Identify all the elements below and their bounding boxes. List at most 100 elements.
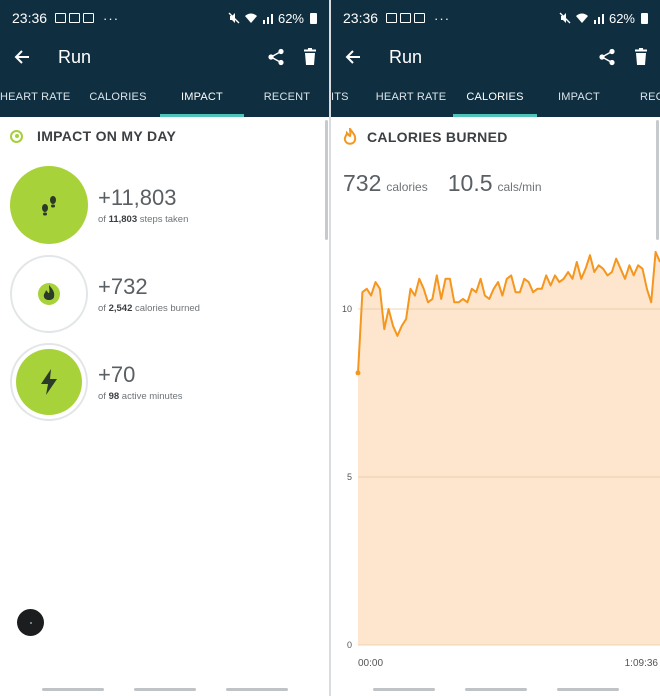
tab-bar: ITS HEART RATE CALORIES IMPACT REC	[331, 78, 660, 117]
calories-text: +732 of 2,542 calories burned	[98, 274, 200, 314]
notification-icons: ···	[55, 11, 119, 26]
total-calories-unit: calories	[386, 180, 428, 194]
arrow-left-icon	[14, 50, 29, 64]
section-title: IMPACT ON MY DAY	[37, 128, 177, 144]
tab-heart-rate[interactable]: HEART RATE	[0, 78, 70, 117]
system-icons: 62%	[228, 11, 317, 26]
tab-heart-rate[interactable]: HEART RATE	[375, 78, 447, 117]
bolt-icon	[41, 369, 57, 395]
nav-hint	[134, 688, 196, 691]
nav-hint	[42, 688, 104, 691]
impact-section-header: IMPACT ON MY DAY	[10, 128, 176, 144]
mute-icon	[559, 12, 571, 24]
back-button[interactable]	[0, 49, 44, 65]
x-tick-label: 00:00	[358, 658, 383, 669]
more-notifications-icon: ···	[103, 10, 120, 26]
signal-icon	[593, 13, 604, 24]
start-point	[355, 370, 361, 376]
calories-area	[358, 251, 660, 645]
tab-bar: HEART RATE CALORIES IMPACT RECENT	[0, 78, 329, 117]
calories-stats: 732 calories 10.5 cals/min	[343, 170, 542, 197]
system-icons: 62%	[559, 11, 648, 26]
y-tick-label: 10	[342, 304, 352, 314]
calories-total: 2,542	[108, 303, 133, 314]
calories-chart: 0 5 10 00:00 1:09:36	[342, 250, 660, 669]
wifi-icon	[244, 13, 257, 23]
calories-progress-ring	[10, 255, 88, 333]
tab-impact[interactable]: IMPACT	[160, 78, 244, 117]
active-minutes-impact-caption: of 98 active minutes	[98, 391, 183, 402]
scrollbar[interactable]	[325, 120, 328, 240]
calories-impact-value: +732	[98, 274, 148, 299]
steps-text: +11,803 of 11,803 steps taken	[98, 185, 188, 225]
active-minutes-total: 98	[108, 391, 120, 402]
battery-icon	[641, 12, 648, 24]
delete-icon[interactable]	[303, 48, 317, 66]
mail-notification-icon	[69, 13, 81, 23]
scrollbar[interactable]	[656, 120, 659, 240]
y-tick-label: 0	[347, 640, 352, 650]
impact-active-minutes: +70 of 98 active minutes	[10, 342, 183, 422]
impact-steps: +11,803 of 11,803 steps taken	[10, 165, 188, 245]
wifi-icon	[575, 13, 588, 23]
battery-percent: 62%	[277, 10, 304, 26]
tab-calories[interactable]: CALORIES	[80, 78, 156, 117]
nav-hint	[226, 688, 288, 691]
status-time: 23:36	[343, 10, 379, 26]
impact-calories: +732 of 2,542 calories burned	[10, 254, 200, 334]
calories-screen: 23:36 ··· 62% Run ITS HEART RATE CALORIE…	[331, 0, 660, 696]
delete-icon[interactable]	[634, 48, 648, 66]
status-time: 23:36	[12, 10, 48, 26]
target-icon	[10, 129, 23, 143]
app-bar: Run	[331, 36, 660, 78]
mute-icon	[228, 12, 240, 24]
y-tick-label: 5	[347, 472, 352, 482]
more-notifications-icon: ···	[434, 10, 451, 26]
tab-recent[interactable]: RECENT	[256, 78, 318, 117]
tab-partial-left[interactable]: ITS	[331, 78, 349, 117]
active-minutes-text: +70 of 98 active minutes	[98, 362, 183, 402]
nav-hint	[557, 688, 619, 691]
section-title: CALORIES BURNED	[367, 129, 508, 145]
nav-hint	[465, 688, 527, 691]
steps-impact-caption: of 11,803 steps taken	[98, 214, 189, 225]
share-icon[interactable]	[598, 48, 616, 66]
status-bar: 23:36 ··· 62%	[331, 0, 660, 36]
page-title: Run	[58, 46, 92, 67]
back-button[interactable]	[331, 49, 375, 65]
battery-percent: 62%	[608, 10, 635, 26]
impact-screen: 23:36 ··· 62% Run HEART RATE CALORIES IM…	[0, 0, 329, 696]
mail-notification-icon	[400, 13, 412, 23]
floating-action-button[interactable]	[17, 609, 44, 636]
calorie-rate-value: 10.5	[447, 170, 493, 196]
steps-total: 11,803	[108, 214, 138, 225]
active-minutes-impact-value: +70	[98, 362, 136, 387]
tab-recent-partial[interactable]: REC	[640, 78, 660, 117]
message-notification-icon	[83, 13, 95, 23]
active-minutes-fill	[16, 349, 82, 415]
tab-calories[interactable]: CALORIES	[453, 78, 537, 117]
page-title: Run	[389, 46, 423, 67]
share-icon[interactable]	[267, 48, 285, 66]
steps-progress-ring	[10, 166, 88, 244]
notification-icons: ···	[386, 11, 450, 26]
tab-impact[interactable]: IMPACT	[549, 78, 609, 117]
calories-section-header: CALORIES BURNED	[343, 128, 508, 146]
flame-icon	[38, 283, 60, 305]
gallery-notification-icon	[55, 13, 67, 23]
flame-icon	[343, 128, 357, 145]
calories-impact-caption: of 2,542 calories burned	[98, 303, 200, 314]
active-minutes-progress-ring	[10, 343, 88, 421]
steps-impact-value: +11,803	[98, 185, 177, 210]
x-tick-label: 1:09:36	[625, 658, 659, 669]
calorie-rate-unit: cals/min	[497, 180, 542, 194]
message-notification-icon	[414, 13, 426, 23]
gallery-notification-icon	[386, 13, 398, 23]
signal-icon	[262, 13, 273, 24]
nav-hint	[373, 688, 435, 691]
battery-icon	[310, 12, 317, 24]
arrow-left-icon	[345, 50, 360, 64]
total-calories-value: 732	[343, 170, 382, 196]
app-bar: Run	[0, 36, 329, 78]
footsteps-icon	[42, 196, 56, 216]
